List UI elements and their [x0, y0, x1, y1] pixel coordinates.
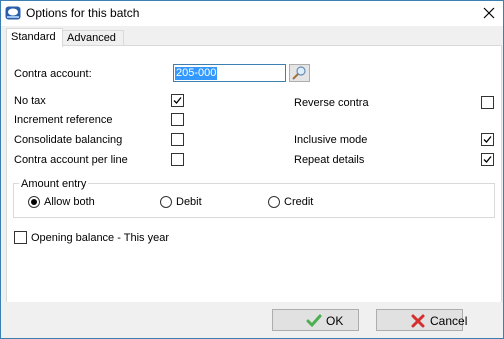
reverse-contra-label: Reverse contra: [294, 97, 369, 109]
cancel-button[interactable]: Cancel: [376, 309, 467, 331]
credit-label: Credit: [284, 196, 314, 208]
radio-credit[interactable]: [268, 196, 280, 208]
cross-icon: [411, 314, 425, 328]
contra-per-line-label: Contra account per line: [14, 154, 128, 166]
title-bar: Options for this batch: [1, 1, 503, 26]
checkmark-icon: [483, 136, 492, 143]
ok-button-label: OK: [326, 314, 344, 328]
radio-debit[interactable]: [160, 196, 172, 208]
allow-both-label: Allow both: [44, 196, 95, 208]
contra-account-value: 205-000: [175, 67, 218, 80]
radio-selected-dot: [31, 199, 37, 205]
debit-label: Debit: [176, 196, 202, 208]
tab-standard[interactable]: Standard: [6, 28, 63, 47]
checkmark-icon: [173, 97, 182, 104]
consolidate-balancing-label: Consolidate balancing: [14, 134, 123, 146]
consolidate-balancing-checkbox[interactable]: [171, 133, 184, 146]
close-icon[interactable]: [481, 5, 497, 21]
repeat-details-checkbox[interactable]: [481, 153, 494, 166]
app-icon: [5, 6, 21, 20]
checkmark-icon: [483, 156, 492, 163]
repeat-details-label: Repeat details: [294, 154, 365, 166]
search-icon: [292, 66, 306, 80]
contra-account-input[interactable]: 205-000: [173, 64, 286, 82]
inclusive-mode-checkbox[interactable]: [481, 133, 494, 146]
lookup-button[interactable]: [289, 64, 310, 82]
inclusive-mode-label: Inclusive mode: [294, 134, 368, 146]
cancel-button-label: Cancel: [430, 314, 468, 328]
ok-button[interactable]: OK: [272, 309, 359, 331]
contra-account-label: Contra account:: [14, 68, 92, 80]
dialog-window: Options for this batch Advanced Standard…: [0, 0, 504, 339]
radio-allow-both[interactable]: [28, 196, 40, 208]
checkmark-icon: [306, 314, 322, 328]
opening-balance-checkbox[interactable]: [14, 231, 27, 244]
contra-per-line-checkbox[interactable]: [171, 153, 184, 166]
no-tax-checkbox[interactable]: [171, 94, 184, 107]
amount-entry-title: Amount entry: [19, 178, 89, 190]
standard-panel: [6, 45, 502, 303]
reverse-contra-checkbox[interactable]: [481, 96, 494, 109]
increment-reference-label: Increment reference: [14, 114, 113, 126]
tab-standard-label: Standard: [11, 31, 56, 43]
tab-advanced[interactable]: Advanced: [62, 30, 124, 46]
opening-balance-label: Opening balance - This year: [31, 232, 169, 244]
window-title: Options for this batch: [26, 6, 140, 20]
increment-reference-checkbox[interactable]: [171, 113, 184, 126]
no-tax-label: No tax: [14, 95, 46, 107]
tab-advanced-label: Advanced: [67, 32, 116, 44]
